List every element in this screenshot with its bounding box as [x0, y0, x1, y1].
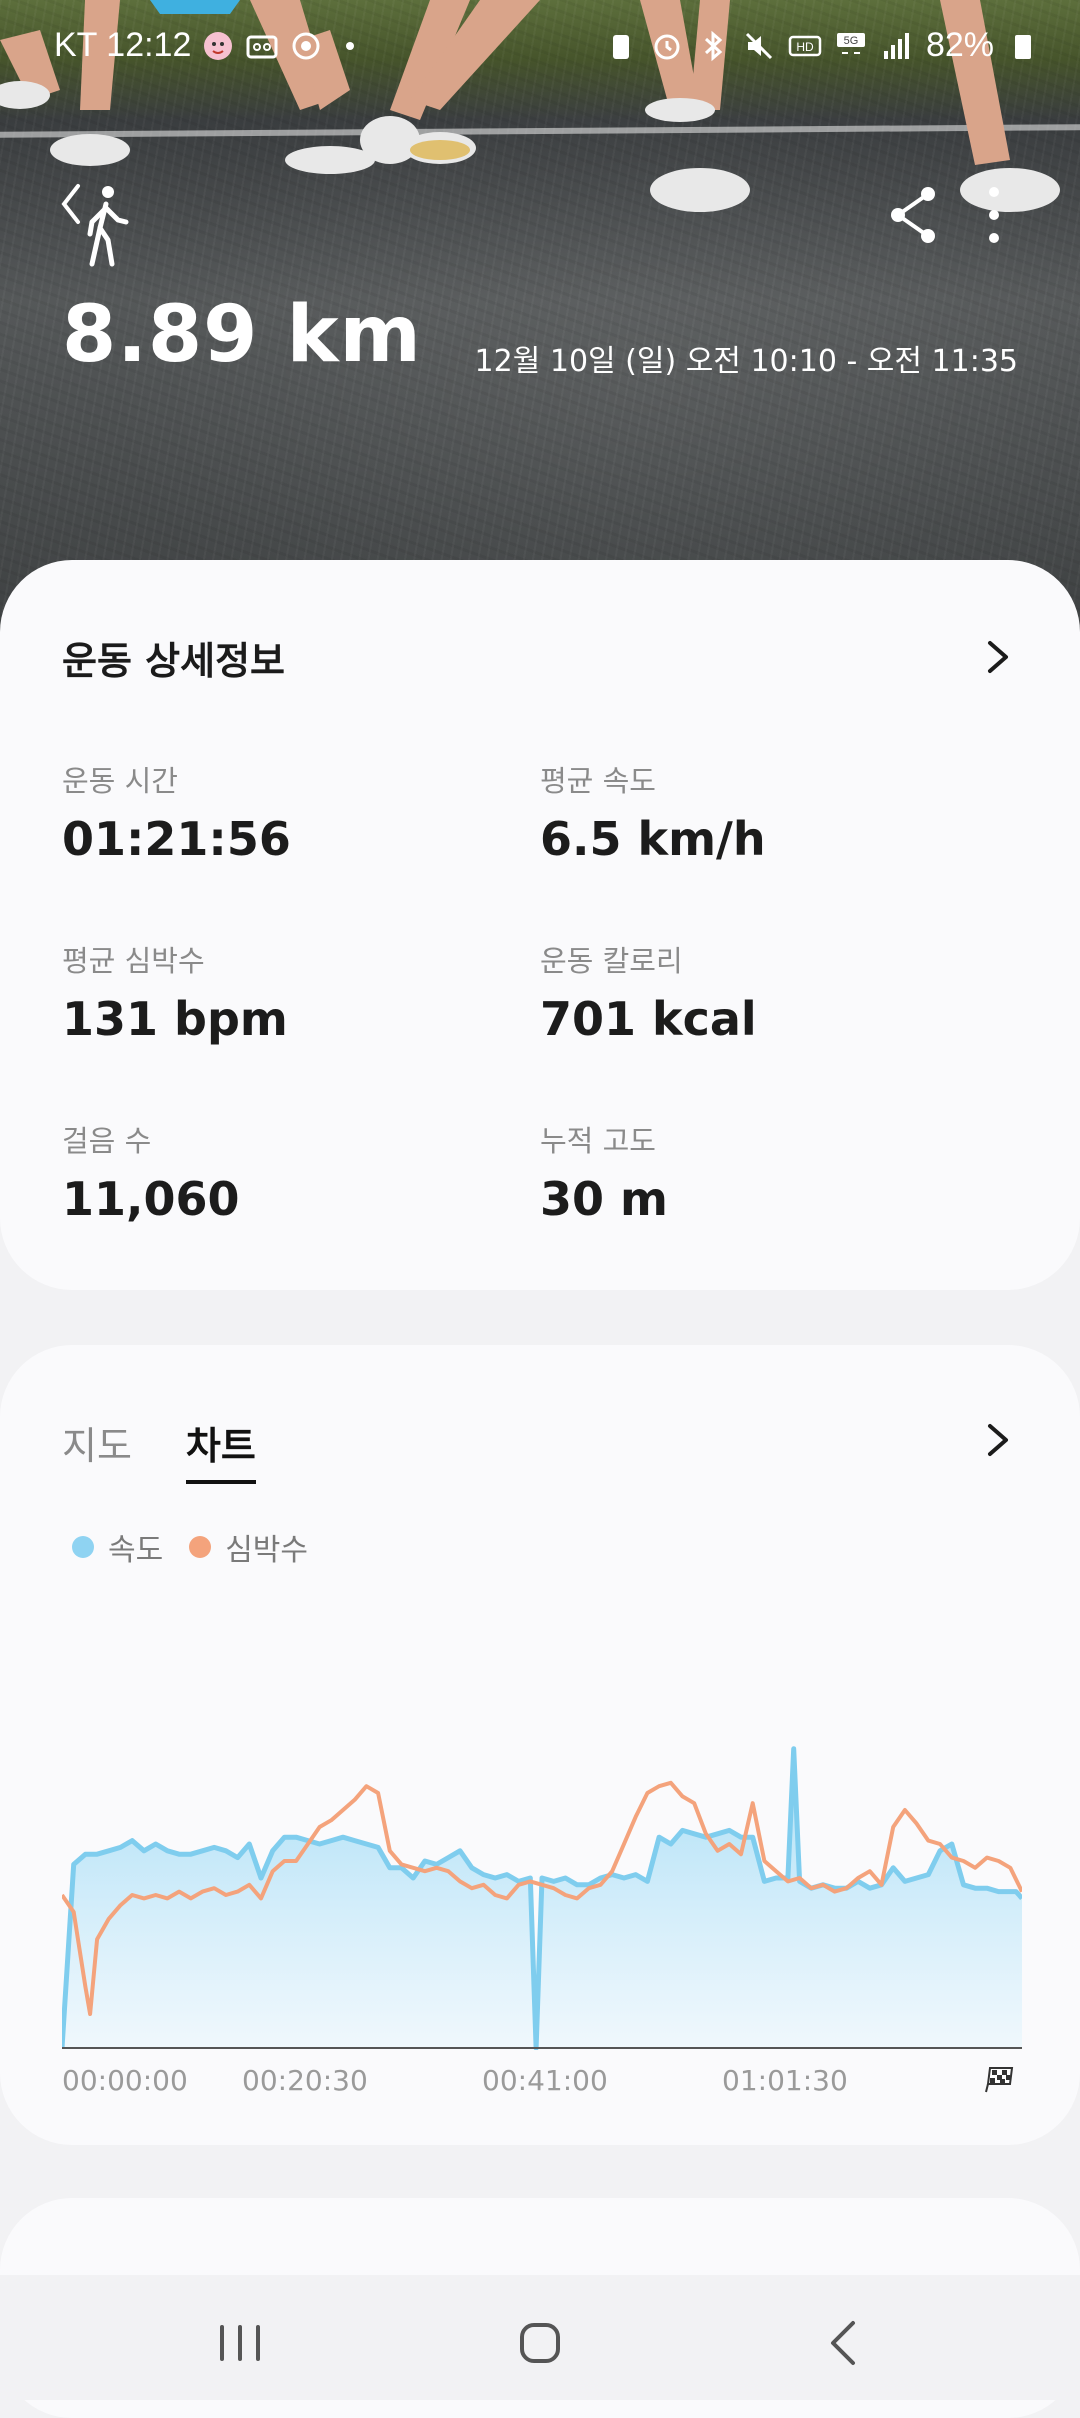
stat-label: 운동 시간 [62, 764, 178, 798]
stat-value: 131 bpm [62, 992, 288, 1046]
back-icon[interactable] [805, 2303, 885, 2383]
5g-icon: 5G [836, 32, 865, 54]
navigation-bar [0, 2275, 1080, 2400]
map-chart-tabs: 지도 차트 [62, 1415, 256, 1484]
x-tick-label: 00:41:00 [482, 2064, 608, 2097]
x-tick-label: 00:20:30 [242, 2064, 368, 2097]
stat-label: 걸음 수 [62, 1124, 152, 1158]
svg-text:HD: HD [796, 40, 814, 54]
chart-legend: 속도 심박수 [72, 1525, 308, 1569]
stat-value: 11,060 [62, 1172, 240, 1226]
stat-label: 누적 고도 [540, 1124, 656, 1158]
workout-datetime: 12월 10일 (일) 오전 10:10 - 오전 11:35 [474, 344, 1018, 379]
finish-flag-icon [985, 2067, 1014, 2093]
stat-calories: 운동 칼로리 701 kcal [540, 938, 757, 1046]
stat-value: 701 kcal [540, 992, 757, 1046]
speed-heart-rate-chart[interactable] [62, 1690, 1022, 2050]
stat-value: 6.5 km/h [540, 812, 766, 866]
hd-icon: HD [788, 35, 822, 56]
stat-average-heart-rate: 평균 심박수 131 bpm [62, 938, 288, 1046]
details-title: 운동 상세정보 [62, 639, 285, 683]
x-tick-label: 00:00:00 [62, 2064, 188, 2097]
status-bar: KT 12:12 HD 5G 82% [0, 18, 1080, 78]
legend-label: 심박수 [225, 1533, 309, 1568]
back-walking-button[interactable] [60, 180, 150, 270]
battery-saver-icon [612, 34, 629, 59]
stat-label: 평균 속도 [540, 764, 656, 798]
more-options-icon[interactable] [964, 180, 1024, 250]
carrier-time: KT 12:12 [54, 26, 192, 64]
svg-text:5G: 5G [844, 35, 859, 47]
voicemail-icon [246, 35, 278, 58]
share-icon[interactable] [880, 180, 950, 250]
signal-icon [883, 32, 909, 59]
hero-toolbar [0, 180, 1080, 280]
stat-workout-time: 운동 시간 01:21:56 [62, 758, 291, 866]
stat-label: 운동 칼로리 [540, 944, 683, 978]
walking-person-icon [87, 186, 129, 267]
total-distance: 8.89 km [62, 290, 422, 380]
battery-icon [1015, 34, 1031, 59]
recent-apps-icon[interactable] [200, 2303, 280, 2383]
legend-heart-rate[interactable]: 심박수 [189, 1525, 308, 1569]
x-axis-ticks: 00:00:00 00:20:30 00:41:00 01:01:30 [62, 2064, 1022, 2104]
bluetooth-icon [704, 30, 723, 61]
legend-label: 속도 [108, 1533, 164, 1568]
tab-map[interactable]: 지도 [62, 1415, 132, 1484]
legend-dot-speed [72, 1536, 94, 1558]
details-chevron-right-icon[interactable] [978, 637, 1018, 677]
stat-label: 평균 심박수 [62, 944, 205, 978]
weather-icon [204, 31, 233, 60]
stat-average-speed: 평균 속도 6.5 km/h [540, 758, 766, 866]
stat-elevation-gain: 누적 고도 30 m [540, 1118, 668, 1226]
tab-chart[interactable]: 차트 [185, 1415, 256, 1484]
legend-dot-heart-rate [189, 1536, 212, 1558]
stat-steps: 걸음 수 11,060 [62, 1118, 240, 1226]
dot-icon [346, 41, 355, 50]
battery-percent: 82% [925, 26, 994, 64]
chart-chevron-right-icon[interactable] [978, 1420, 1018, 1460]
stat-value: 30 m [540, 1172, 668, 1226]
alarm-icon [654, 34, 680, 59]
legend-speed[interactable]: 속도 [72, 1525, 163, 1569]
stat-value: 01:21:56 [62, 812, 291, 866]
home-icon[interactable] [500, 2303, 580, 2383]
record-icon [292, 32, 320, 59]
x-tick-label: 01:01:30 [722, 2064, 848, 2097]
mute-icon [745, 32, 772, 59]
